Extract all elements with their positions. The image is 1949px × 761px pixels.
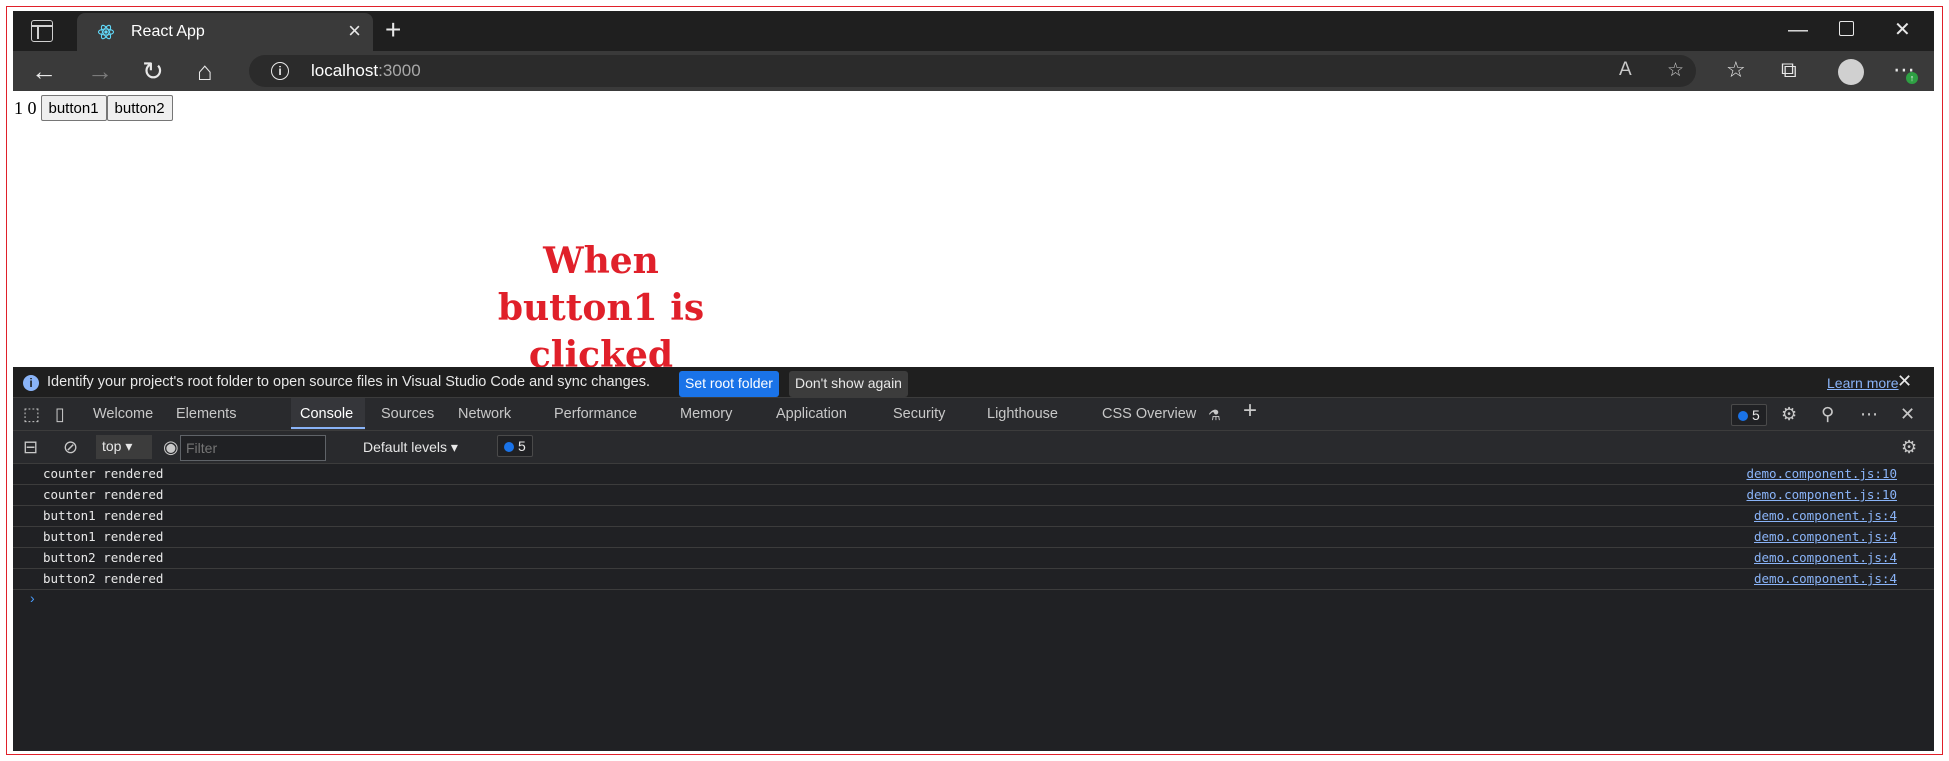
tab-console[interactable]: Console	[300, 406, 353, 422]
console-prompt-icon[interactable]: ›	[30, 590, 35, 606]
tab-lighthouse[interactable]: Lighthouse	[987, 406, 1058, 422]
counter-row: 1 0 button1 button2	[14, 95, 173, 121]
close-tab-icon[interactable]: ×	[348, 19, 361, 43]
tab-sources[interactable]: Sources	[381, 406, 434, 422]
dont-show-again-button[interactable]: Don't show again	[789, 371, 908, 397]
log-source-link[interactable]: demo.component.js:4	[1754, 529, 1897, 544]
log-row: button1 rendered demo.component.js:4	[13, 506, 1934, 527]
close-infobar-icon[interactable]: ✕	[1897, 371, 1912, 392]
browser-tab[interactable]: React App ×	[77, 13, 373, 51]
console-toolbar: ⊟ ⊘ top ▾ ◉ Default levels ▾ 5 ⚙	[13, 431, 1934, 464]
reload-icon[interactable]: ↻	[142, 57, 164, 85]
home-icon[interactable]: ⌂	[197, 57, 213, 85]
browser-toolbar: ← → ↻ ⌂ i localhost:3000 A ☆ ☆ ⧉ ⋯ ↑	[13, 51, 1934, 91]
context-value: top	[102, 438, 122, 454]
log-levels-dropdown[interactable]: Default levels ▾	[363, 439, 458, 456]
forward-icon[interactable]: →	[87, 57, 113, 85]
read-aloud-icon[interactable]: A	[1619, 59, 1632, 81]
tab-performance[interactable]: Performance	[554, 406, 637, 422]
tab-actions-icon[interactable]	[31, 20, 53, 42]
tab-network[interactable]: Network	[458, 406, 511, 422]
log-row: counter rendered demo.component.js:10	[13, 464, 1934, 485]
console-message-count: 5	[518, 438, 526, 454]
new-tab-icon[interactable]: +	[385, 15, 401, 45]
devtools-tab-bar: ⬚ ▯ Welcome Elements Console Sources Net…	[13, 398, 1934, 431]
favorites-icon[interactable]: ☆	[1726, 57, 1746, 83]
log-message: button2 rendered	[43, 550, 164, 565]
log-message: button1 rendered	[43, 508, 164, 523]
device-toolbar-icon[interactable]: ▯	[55, 404, 65, 424]
tab-security[interactable]: Security	[893, 406, 945, 422]
counter-value: 1 0	[14, 97, 37, 118]
more-devtools-options-icon[interactable]: ⋯	[1860, 404, 1878, 424]
infobar-message: Identify your project's root folder to o…	[47, 374, 650, 390]
tab-css-overview[interactable]: CSS Overview	[1102, 406, 1196, 422]
log-message: counter rendered	[43, 466, 164, 481]
log-message: counter rendered	[43, 487, 164, 502]
log-levels-label: Default levels	[363, 439, 448, 455]
set-root-folder-button[interactable]: Set root folder	[679, 371, 779, 397]
console-settings-icon[interactable]: ⚙	[1901, 437, 1917, 457]
devtools-infobar: i Identify your project's root folder to…	[13, 367, 1934, 398]
add-favorite-icon[interactable]: ☆	[1667, 59, 1684, 82]
button1[interactable]: button1	[40, 95, 107, 121]
annotation-text: When button1 is clicked	[497, 240, 705, 376]
log-row: counter rendered demo.component.js:10	[13, 485, 1934, 506]
tab-elements[interactable]: Elements	[176, 406, 236, 422]
log-message: button2 rendered	[43, 571, 164, 586]
close-window-icon[interactable]: ✕	[1894, 17, 1911, 43]
live-expression-eye-icon[interactable]: ◉	[163, 437, 179, 457]
tab-title: React App	[131, 23, 205, 40]
address-bar[interactable]: i localhost:3000 A ☆	[249, 55, 1696, 87]
log-source-link[interactable]: demo.component.js:10	[1746, 487, 1897, 502]
address-url: localhost:3000	[311, 61, 421, 81]
page-content: 1 0 button1 button2	[13, 91, 1934, 367]
restore-icon[interactable]	[1839, 17, 1854, 43]
back-icon[interactable]: ←	[31, 57, 57, 85]
info-icon: i	[23, 375, 39, 391]
console-message-count-badge[interactable]: 5	[497, 435, 533, 457]
log-source-link[interactable]: demo.component.js:4	[1754, 571, 1897, 586]
address-port: :3000	[378, 61, 421, 80]
log-message: button1 rendered	[43, 529, 164, 544]
close-devtools-icon[interactable]: ✕	[1900, 404, 1915, 424]
collections-icon[interactable]: ⧉	[1781, 57, 1797, 83]
title-bar: React App × + — ✕	[13, 11, 1934, 51]
update-badge-icon: ↑	[1906, 72, 1918, 84]
issues-count-badge[interactable]: 5	[1731, 404, 1767, 426]
tab-memory[interactable]: Memory	[680, 406, 732, 422]
devtools-panel: i Identify your project's root folder to…	[13, 367, 1934, 751]
log-source-link[interactable]: demo.component.js:4	[1754, 550, 1897, 565]
sidebar-toggle-icon[interactable]: ⊟	[23, 437, 38, 457]
log-row: button2 rendered demo.component.js:4	[13, 548, 1934, 569]
more-tabs-plus-icon[interactable]: +	[1243, 399, 1257, 423]
inspect-element-icon[interactable]: ⬚	[23, 404, 40, 424]
button2[interactable]: button2	[106, 95, 173, 121]
minimize-icon[interactable]: —	[1788, 17, 1808, 43]
console-filter-input[interactable]	[180, 435, 326, 461]
console-log: counter rendered demo.component.js:10 co…	[13, 464, 1934, 590]
learn-more-link[interactable]: Learn more	[1827, 375, 1899, 391]
log-row: button2 rendered demo.component.js:4	[13, 569, 1934, 590]
tab-welcome[interactable]: Welcome	[93, 406, 153, 422]
address-host: localhost	[311, 61, 379, 80]
clear-console-icon[interactable]: ⊘	[63, 437, 78, 457]
active-tab-indicator	[291, 427, 365, 429]
profile-avatar-icon[interactable]	[1838, 59, 1864, 85]
customize-devtools-icon[interactable]: ⚲	[1821, 404, 1834, 424]
experimental-flask-icon: ⚗	[1208, 407, 1221, 423]
issues-count: 5	[1752, 407, 1760, 423]
site-info-icon[interactable]: i	[271, 62, 289, 80]
tab-application[interactable]: Application	[776, 406, 847, 422]
context-select[interactable]: top ▾	[96, 435, 152, 459]
log-source-link[interactable]: demo.component.js:4	[1754, 508, 1897, 523]
react-logo-icon	[97, 24, 115, 40]
message-bubble-icon	[1738, 411, 1748, 421]
settings-gear-icon[interactable]: ⚙	[1781, 404, 1797, 424]
log-row: button1 rendered demo.component.js:4	[13, 527, 1934, 548]
message-bubble-icon	[504, 442, 514, 452]
log-source-link[interactable]: demo.component.js:10	[1746, 466, 1897, 481]
